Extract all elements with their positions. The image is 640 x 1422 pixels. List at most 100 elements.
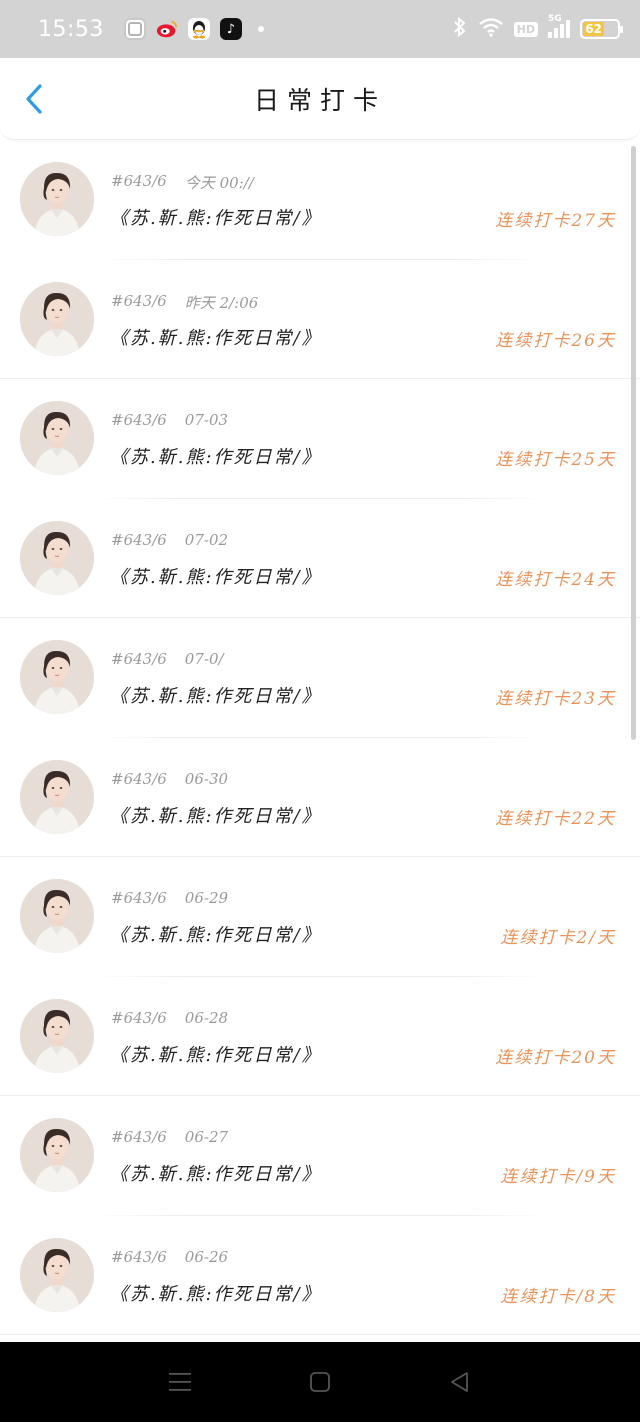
list-item[interactable]: #643/6 07-02 《苏.靳.熊:作死日常/》 连续打卡24天 [0,499,640,618]
item-time: 07-03 [184,411,229,429]
avatar[interactable] [20,998,94,1073]
status-app-icons: ♪ [123,18,264,40]
item-time: 06-29 [184,889,229,907]
item-time: 07-02 [184,530,229,549]
streak-label: 连续打卡/9天 [500,1167,616,1187]
item-username: #643/6 [111,1008,167,1027]
page-title: 日常打卡 [253,85,386,115]
streak-label: 连续打卡2/天 [500,928,616,948]
item-meta: #643/6 昨天 2/:06 [111,292,258,313]
back-button[interactable] [20,84,50,114]
item-content: 《苏.靳.熊:作死日常/》 [110,327,322,349]
network-label: 5G [548,14,562,24]
streak-label: 连续打卡20天 [495,1047,616,1068]
item-meta: #643/6 07-03 [111,411,228,429]
item-content: 《苏.靳.熊:作死日常/》 [110,1044,322,1066]
battery-level: 62 [583,22,605,36]
list-item[interactable]: #643/6 今天 00:// 《苏.靳.熊:作死日常/》 连续打卡27天 [0,140,640,260]
k-app-icon [123,18,146,40]
item-time: 06-30 [184,769,229,788]
home-icon [310,1372,330,1392]
notification-dot [257,26,264,32]
avatar[interactable] [20,640,94,714]
list-item[interactable]: #643/6 06-29 《苏.靳.熊:作死日常/》 连续打卡2/天 [0,857,640,977]
tiktok-icon: ♪ [219,18,242,40]
item-meta: #643/6 06-26 [111,1248,228,1266]
item-meta: #643/6 06-27 [111,1128,228,1146]
item-username: #643/6 [111,769,167,788]
status-indicators: HD 5G 62 [452,14,623,41]
item-time: 07-0/ [184,650,224,668]
avatar[interactable] [20,1118,94,1192]
item-time: 昨天 2/:06 [184,293,259,312]
checkin-list: #643/6 今天 00:// 《苏.靳.熊:作死日常/》 连续打卡27天 #6… [0,140,640,1335]
signal-icon: 5G [548,14,570,38]
item-username: #643/6 [111,411,167,429]
streak-label: 连续打卡/8天 [500,1286,616,1307]
item-meta: #643/6 07-02 [111,531,228,549]
item-time: 06-27 [184,1128,229,1146]
menu-icon [169,1373,191,1391]
weibo-icon [156,18,178,40]
streak-label: 连续打卡24天 [495,569,616,590]
item-content: 《苏.靳.熊:作死日常/》 [110,925,322,946]
avatar[interactable] [20,1237,94,1312]
back-triangle-icon [451,1372,468,1392]
item-content: 《苏.靳.熊:作死日常/》 [110,805,322,827]
item-username: #643/6 [111,889,167,907]
streak-label: 连续打卡23天 [495,689,616,709]
hd-badge: HD [513,21,538,37]
item-meta: #643/6 06-28 [111,1009,228,1027]
home-button[interactable] [306,1368,334,1396]
list-item[interactable]: #643/6 06-30 《苏.靳.熊:作死日常/》 连续打卡22天 [0,738,640,857]
item-meta: #643/6 今天 00:// [111,172,254,193]
item-username: #643/6 [111,1128,167,1146]
back-nav-button[interactable] [446,1368,474,1396]
status-bar: 15:53 ♪ HD 5G 62 [0,0,640,58]
item-time: 06-26 [184,1247,229,1266]
menu-button[interactable] [166,1368,194,1396]
item-username: #643/6 [111,530,167,549]
system-nav-bar [0,1342,640,1422]
streak-label: 连续打卡25天 [495,450,616,470]
item-content: 《苏.靳.熊:作死日常/》 [110,1164,322,1185]
status-time: 15:53 [38,16,104,42]
item-content: 《苏.靳.熊:作死日常/》 [110,686,322,707]
avatar[interactable] [20,401,94,475]
avatar[interactable] [20,520,94,595]
top-app-bar: 日常打卡 [0,58,640,140]
battery-text: 62 [585,22,602,36]
streak-label: 连续打卡27天 [495,211,616,231]
list-item[interactable]: #643/6 昨天 2/:06 《苏.靳.熊:作死日常/》 连续打卡26天 [0,260,640,379]
item-username: #643/6 [111,172,167,190]
streak-label: 连续打卡26天 [495,330,616,351]
chevron-left-icon [26,84,42,114]
avatar[interactable] [20,759,94,834]
item-meta: #643/6 06-30 [111,770,228,788]
list-item[interactable]: #643/6 07-0/ 《苏.靳.熊:作死日常/》 连续打卡23天 [0,618,640,738]
battery-icon: 62 [580,19,623,39]
list-item[interactable]: #643/6 06-28 《苏.靳.熊:作死日常/》 连续打卡20天 [0,977,640,1096]
streak-label: 连续打卡22天 [495,808,616,829]
bluetooth-icon [452,16,468,41]
item-meta: #643/6 07-0/ [111,650,224,668]
qq-icon [187,18,210,40]
item-content: 《苏.靳.熊:作死日常/》 [110,1283,322,1305]
wifi-icon [478,17,504,41]
item-username: #643/6 [111,1247,167,1266]
item-content: 《苏.靳.熊:作死日常/》 [110,447,322,468]
item-time: 今天 00:// [184,174,254,192]
list-item[interactable]: #643/6 06-26 《苏.靳.熊:作死日常/》 连续打卡/8天 [0,1216,640,1335]
avatar[interactable] [20,281,94,356]
list-item[interactable]: #643/6 06-27 《苏.靳.熊:作死日常/》 连续打卡/9天 [0,1096,640,1216]
avatar[interactable] [20,879,94,953]
item-time: 06-28 [184,1008,229,1027]
item-content: 《苏.靳.熊:作死日常/》 [110,566,322,588]
avatar[interactable] [20,162,94,236]
item-content: 《苏.靳.熊:作死日常/》 [110,208,322,229]
scrollbar[interactable] [631,146,636,740]
item-username: #643/6 [111,291,167,310]
item-username: #643/6 [111,650,167,668]
list-item[interactable]: #643/6 07-03 《苏.靳.熊:作死日常/》 连续打卡25天 [0,379,640,499]
item-meta: #643/6 06-29 [111,889,228,907]
